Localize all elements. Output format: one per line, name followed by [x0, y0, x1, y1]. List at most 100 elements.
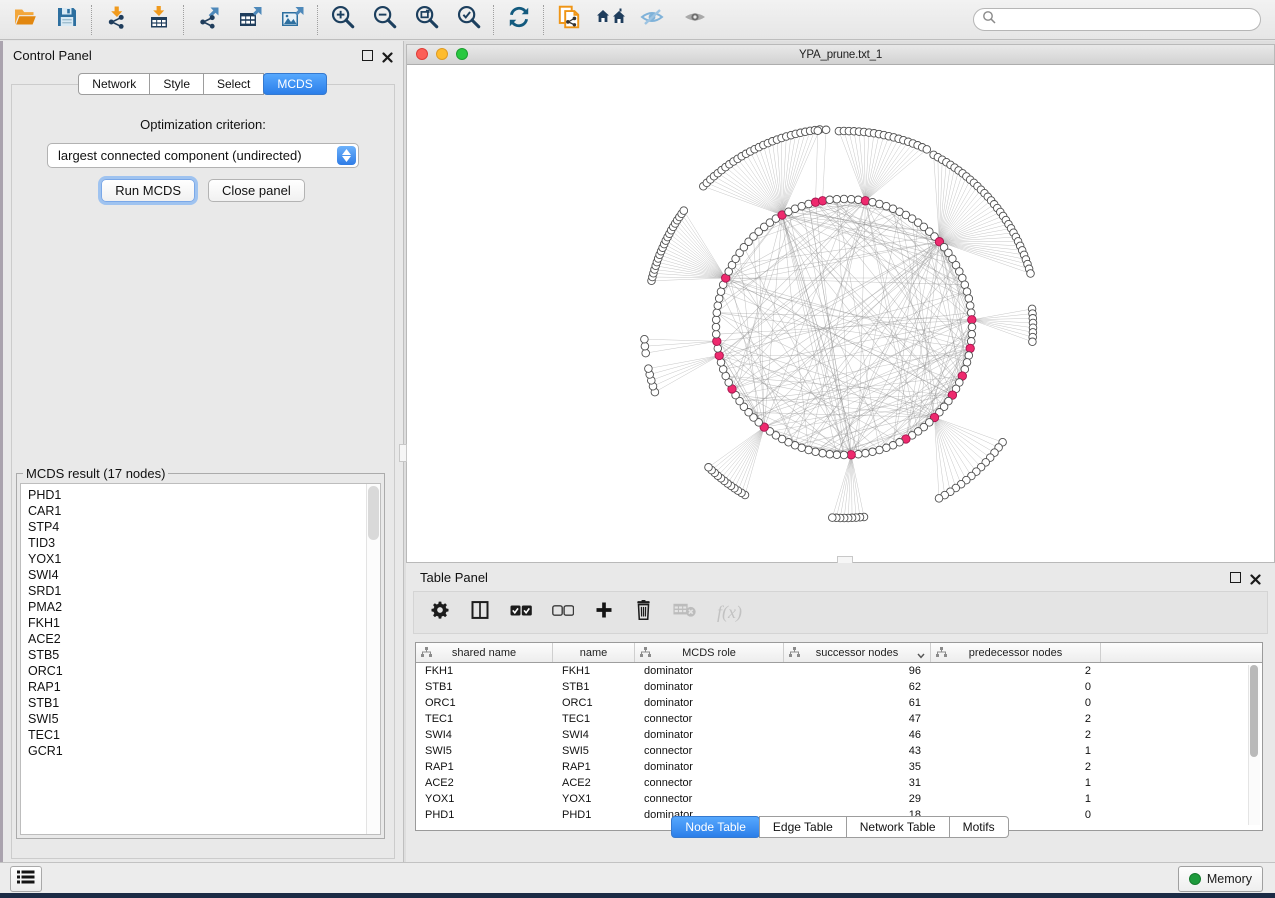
column-header-predecessor-nodes[interactable]: predecessor nodes [931, 643, 1101, 662]
table-toolbar: f(x) [413, 591, 1268, 634]
function-builder-button: f(x) [717, 602, 742, 623]
zoom-selected-button[interactable] [448, 3, 490, 37]
select-all-button[interactable] [510, 604, 532, 622]
add-column-button[interactable] [594, 600, 614, 625]
vertical-splitter-grip[interactable] [399, 444, 407, 462]
search-input[interactable] [997, 12, 1260, 28]
select-stepper-icon [337, 146, 356, 165]
float-table-panel-icon[interactable] [1230, 572, 1241, 583]
columns-icon [470, 600, 490, 625]
mcds-result-item[interactable]: SWI4 [21, 567, 380, 583]
optimization-select[interactable]: largest connected component (undirected) [47, 143, 359, 168]
mcds-list-scrollbar[interactable] [366, 484, 380, 834]
mcds-result-item[interactable]: SRD1 [21, 583, 380, 599]
mcds-result-item[interactable]: TID3 [21, 535, 380, 551]
table-row[interactable]: TEC1TEC1connector472 [416, 711, 1262, 727]
tab-network-table[interactable]: Network Table [846, 816, 950, 838]
close-table-panel-icon[interactable] [1250, 572, 1261, 583]
node-table-body: FKH1FKH1dominator962STB1STB1dominator620… [416, 663, 1262, 823]
mcds-result-item[interactable]: RAP1 [21, 679, 380, 695]
tab-style[interactable]: Style [149, 73, 204, 95]
table-panel-header: Table Panel [406, 563, 1275, 591]
mcds-result-item[interactable]: STB5 [21, 647, 380, 663]
table-row[interactable]: RAP1RAP1dominator352 [416, 759, 1262, 775]
toolbar-separator [493, 5, 495, 35]
import-table-button[interactable] [138, 3, 180, 37]
tab-network[interactable]: Network [78, 73, 150, 95]
memory-button[interactable]: Memory [1178, 866, 1263, 892]
export-image-icon [280, 5, 306, 34]
mcds-result-item[interactable]: PHD1 [21, 487, 380, 503]
close-panel-button[interactable]: Close panel [208, 179, 305, 202]
mcds-result-item[interactable]: TEC1 [21, 727, 380, 743]
zoom-in-icon [330, 4, 356, 35]
export-table-button[interactable] [230, 3, 272, 37]
mcds-result-item[interactable]: SWI5 [21, 711, 380, 727]
column-header-MCDS-role[interactable]: MCDS role [635, 643, 784, 662]
deselect-all-button[interactable] [552, 604, 574, 622]
zoom-in-button[interactable] [322, 3, 364, 37]
table-row[interactable]: ACE2ACE2connector311 [416, 775, 1262, 791]
table-row[interactable]: FKH1FKH1dominator962 [416, 663, 1262, 679]
home-pair-button[interactable] [590, 3, 632, 37]
open-folder-button[interactable] [4, 3, 46, 37]
network-titlebar[interactable]: YPA_prune.txt_1 [407, 45, 1274, 65]
task-history-button[interactable] [10, 866, 42, 892]
tab-motifs[interactable]: Motifs [949, 816, 1009, 838]
zoom-fit-button[interactable] [406, 3, 448, 37]
show-eye-button[interactable] [674, 3, 716, 37]
mcds-result-item[interactable]: GCR1 [21, 743, 380, 759]
mcds-result-item[interactable]: ACE2 [21, 631, 380, 647]
zoom-out-button[interactable] [364, 3, 406, 37]
save-button[interactable] [46, 3, 88, 37]
maximize-window-icon[interactable] [456, 48, 468, 60]
run-mcds-button[interactable]: Run MCDS [101, 179, 195, 202]
close-panel-icon[interactable] [382, 50, 393, 61]
close-window-icon[interactable] [416, 48, 428, 60]
export-network-button[interactable] [188, 3, 230, 37]
minimize-window-icon[interactable] [436, 48, 448, 60]
memory-label: Memory [1207, 872, 1252, 886]
tab-mcds[interactable]: MCDS [263, 73, 326, 95]
tab-node-table[interactable]: Node Table [671, 816, 760, 838]
show-eye-icon [681, 5, 709, 34]
mcds-result-list[interactable]: PHD1CAR1STP4TID3YOX1SWI4SRD1PMA2FKH1ACE2… [20, 483, 381, 835]
table-row[interactable]: SWI5SWI5connector431 [416, 743, 1262, 759]
network-view[interactable] [407, 65, 1274, 562]
network-window: YPA_prune.txt_1 [406, 44, 1275, 563]
float-panel-icon[interactable] [362, 50, 373, 61]
plus-icon [594, 600, 614, 625]
mcds-result-item[interactable]: YOX1 [21, 551, 380, 567]
table-row[interactable]: SWI4SWI4dominator462 [416, 727, 1262, 743]
table-scrollbar-thumb[interactable] [1250, 665, 1258, 757]
tab-select[interactable]: Select [203, 73, 264, 95]
mcds-panel: Optimization criterion: largest connecte… [11, 84, 395, 859]
save-icon [55, 5, 79, 34]
column-header-name[interactable]: name [553, 643, 635, 662]
table-row[interactable]: ORC1ORC1dominator610 [416, 695, 1262, 711]
show-columns-button[interactable] [470, 600, 490, 625]
hide-eye-button[interactable] [632, 3, 674, 37]
import-network-button[interactable] [96, 3, 138, 37]
mcds-result-box: MCDS result (17 nodes) PHD1CAR1STP4TID3Y… [16, 466, 385, 839]
tab-edge-table[interactable]: Edge Table [759, 816, 847, 838]
table-settings-button[interactable] [430, 600, 450, 625]
table-row[interactable]: YOX1YOX1connector291 [416, 791, 1262, 807]
import-table-icon [147, 5, 171, 34]
optimization-label: Optimization criterion: [12, 117, 394, 132]
clone-network-button[interactable] [548, 3, 590, 37]
mcds-result-items: PHD1CAR1STP4TID3YOX1SWI4SRD1PMA2FKH1ACE2… [21, 484, 380, 759]
mcds-result-item[interactable]: FKH1 [21, 615, 380, 631]
mcds-result-item[interactable]: STB1 [21, 695, 380, 711]
mcds-result-item[interactable]: ORC1 [21, 663, 380, 679]
mcds-result-item[interactable]: CAR1 [21, 503, 380, 519]
mcds-result-item[interactable]: STP4 [21, 519, 380, 535]
table-row[interactable]: STB1STB1dominator620 [416, 679, 1262, 695]
column-header-shared-name[interactable]: shared name [416, 643, 553, 662]
table-scrollbar[interactable] [1248, 665, 1260, 825]
mcds-result-item[interactable]: PMA2 [21, 599, 380, 615]
delete-column-button[interactable] [634, 600, 653, 625]
column-header-successor-nodes[interactable]: successor nodes [784, 643, 931, 662]
refresh-button[interactable] [498, 3, 540, 37]
export-image-button[interactable] [272, 3, 314, 37]
